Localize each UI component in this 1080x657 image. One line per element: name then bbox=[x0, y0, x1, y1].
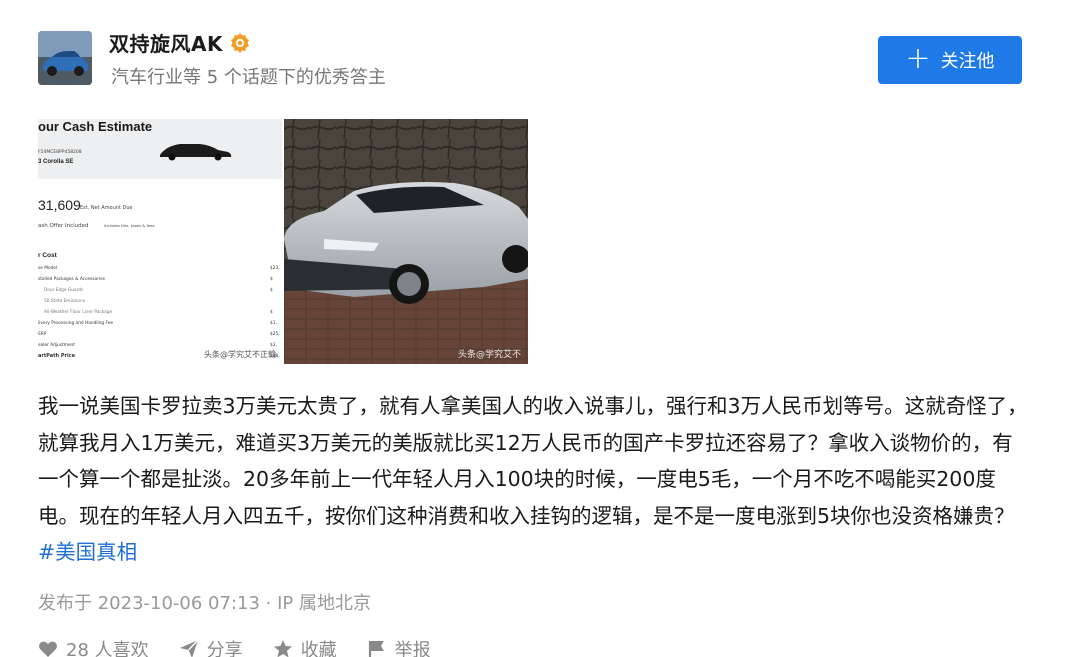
author-name[interactable]: 双持旋风AK bbox=[109, 28, 223, 57]
cost-row-label: SRP bbox=[38, 331, 47, 337]
plus-icon: + bbox=[905, 40, 931, 76]
estimate-offer-note: Includes title, taxes & fees bbox=[104, 223, 154, 228]
image-watermark: 头条@学究艾不正翰 bbox=[204, 349, 276, 359]
post-text: 我一说美国卡罗拉卖3万美元太贵了，就有人拿美国人的收入说事儿，强行和3万人民币划… bbox=[38, 394, 1028, 528]
author-description: 汽车行业等 5 个话题下的优秀答主 bbox=[111, 67, 386, 88]
cost-row-label: Door Edge Guards bbox=[44, 287, 84, 293]
share-button[interactable]: 分享 bbox=[179, 636, 243, 657]
cost-row-label: 50 State Emissions bbox=[44, 298, 86, 304]
author-avatar[interactable] bbox=[38, 31, 92, 85]
follow-button-label: 关注他 bbox=[940, 51, 995, 72]
post-actions: 28 人喜欢 分享 收藏 举报 bbox=[38, 636, 431, 657]
send-icon bbox=[179, 639, 199, 657]
flag-icon bbox=[368, 641, 384, 657]
favorite-button[interactable]: 收藏 bbox=[273, 636, 337, 657]
post-body: 我一说美国卡罗拉卖3万美元太贵了，就有人拿美国人的收入说事儿，强行和3万人民币划… bbox=[38, 388, 1028, 571]
report-button[interactable]: 举报 bbox=[367, 636, 431, 657]
post-image-car-photo[interactable]: 头条@学究艾不 bbox=[284, 119, 528, 364]
hashtag-link[interactable]: #美国真相 bbox=[38, 540, 137, 564]
car-thumbnail-icon bbox=[160, 144, 232, 161]
estimate-amount: 31,609 bbox=[38, 197, 81, 213]
star-icon bbox=[273, 640, 292, 657]
like-count: 28 人喜欢 bbox=[66, 640, 149, 657]
verified-badge-icon bbox=[229, 32, 251, 54]
cost-row-label: ealer Adjustment bbox=[38, 342, 75, 348]
like-button[interactable]: 28 人喜欢 bbox=[38, 636, 149, 657]
estimate-offer-label: ash Offer Included bbox=[38, 223, 89, 229]
share-label: 分享 bbox=[206, 640, 243, 657]
cost-row-label: All-Weather Floor Liner Package bbox=[44, 309, 112, 315]
estimate-amount-label: Est. Net Amount Due bbox=[80, 205, 133, 211]
cost-row-value: $23, bbox=[270, 265, 280, 271]
follow-button[interactable]: + 关注他 bbox=[878, 36, 1022, 84]
cost-row-value: $ bbox=[270, 276, 273, 282]
post-meta: 发布于 2023-10-06 07:13 · IP 属地北京 bbox=[38, 593, 371, 614]
post-image-cash-estimate[interactable]: our Cash Estimate F54MCE8PP458208 3 Coro… bbox=[38, 119, 282, 364]
favorite-label: 收藏 bbox=[300, 640, 337, 657]
estimate-title: our Cash Estimate bbox=[38, 119, 152, 134]
cost-row-value: $1, bbox=[270, 320, 277, 326]
cost-row-label: se Model bbox=[38, 265, 57, 271]
heart-icon bbox=[39, 641, 57, 657]
cost-row-label: artPath Price bbox=[38, 353, 76, 359]
cost-row-value: $25, bbox=[270, 331, 280, 337]
cost-row-label: livery Processing and Handling Fee bbox=[38, 320, 113, 326]
cost-row-value: $3, bbox=[270, 342, 277, 348]
estimate-section: r Cost bbox=[38, 252, 58, 259]
cost-row-label: stalled Packages & Accessories bbox=[38, 276, 106, 282]
cost-row-value: $ bbox=[270, 309, 273, 315]
cost-row-value: $ bbox=[270, 287, 273, 293]
report-label: 举报 bbox=[394, 640, 431, 657]
photo-watermark: 头条@学究艾不 bbox=[458, 348, 521, 360]
author-name-row: 双持旋风AK bbox=[109, 28, 251, 57]
estimate-vin: F54MCE8PP458208 bbox=[38, 149, 82, 155]
estimate-model: 3 Corolla SE bbox=[38, 159, 73, 165]
